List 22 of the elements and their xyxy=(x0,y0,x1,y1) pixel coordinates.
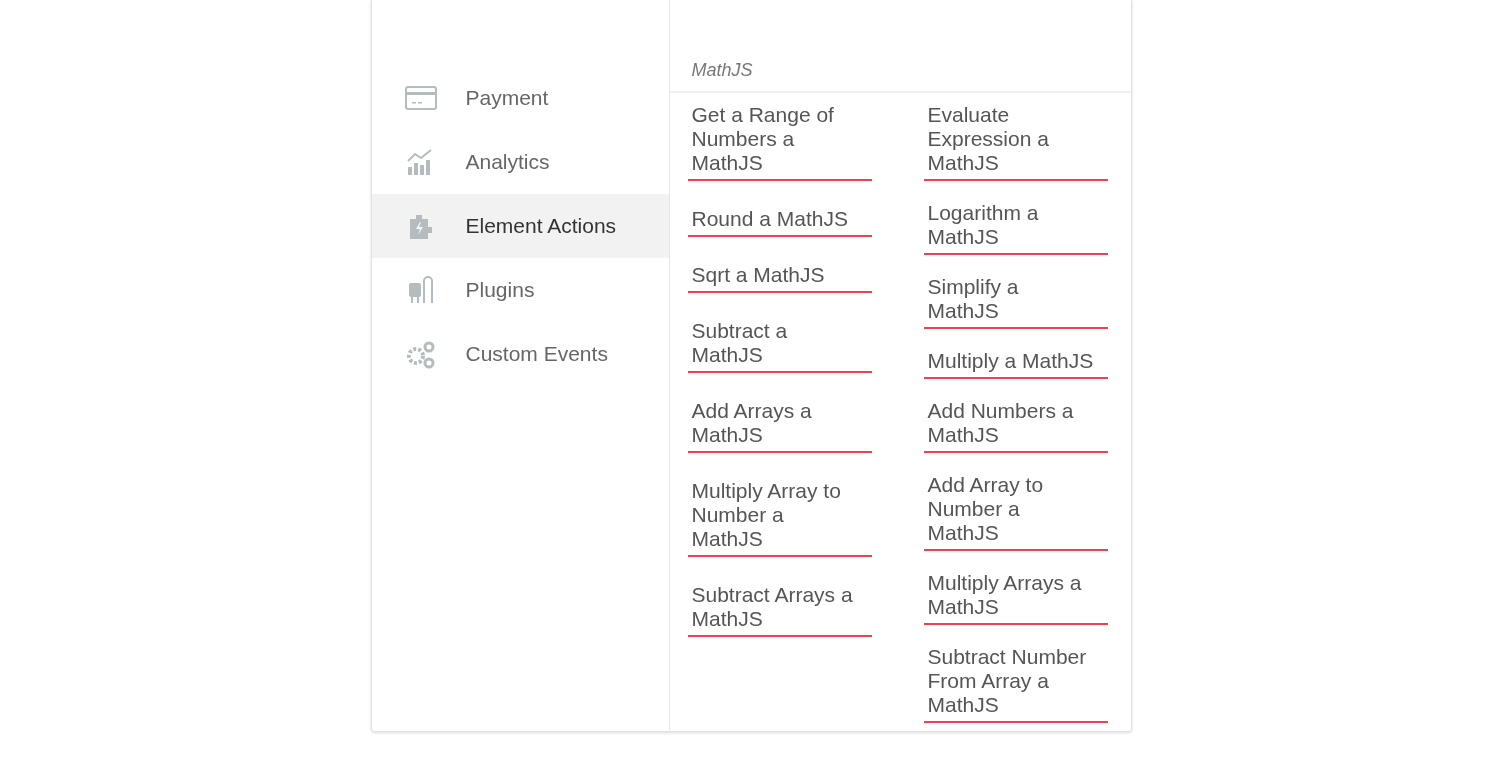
action-link[interactable]: Round a MathJS xyxy=(687,207,872,237)
action-link[interactable]: Multiply a MathJS xyxy=(923,349,1108,379)
sidebar-item[interactable]: Analytics xyxy=(371,130,669,194)
credit-card-icon xyxy=(403,83,438,113)
action-link[interactable]: Sqrt a MathJS xyxy=(687,263,872,293)
action-link[interactable]: Evaluate Expression a MathJS xyxy=(923,103,1108,181)
action-link[interactable]: Multiply Arrays a MathJS xyxy=(923,571,1108,625)
section-title: MathJS xyxy=(669,0,1131,93)
action-link[interactable]: Subtract Number From Array a MathJS xyxy=(923,645,1108,723)
action-link[interactable]: Subtract Arrays a MathJS xyxy=(687,583,872,637)
sidebar-item[interactable]: Custom Events xyxy=(371,322,669,386)
sidebar-item[interactable]: Payment xyxy=(371,66,669,130)
action-link[interactable]: Add Array to Number a MathJS xyxy=(923,473,1108,551)
sidebar-item[interactable]: Plugins xyxy=(371,258,669,322)
action-link[interactable]: Logarithm a MathJS xyxy=(923,201,1108,255)
action-link[interactable]: Add Numbers a MathJS xyxy=(923,399,1108,453)
action-link[interactable]: Add Arrays a MathJS xyxy=(687,399,872,453)
action-link[interactable]: Get a Range of Numbers a MathJS xyxy=(687,103,872,181)
action-link[interactable]: Simplify a MathJS xyxy=(923,275,1108,329)
action-link[interactable]: Multiply Array to Number a MathJS xyxy=(687,479,872,557)
sidebar-item[interactable]: Element Actions xyxy=(371,194,669,258)
action-link[interactable]: Subtract a MathJS xyxy=(687,319,872,373)
